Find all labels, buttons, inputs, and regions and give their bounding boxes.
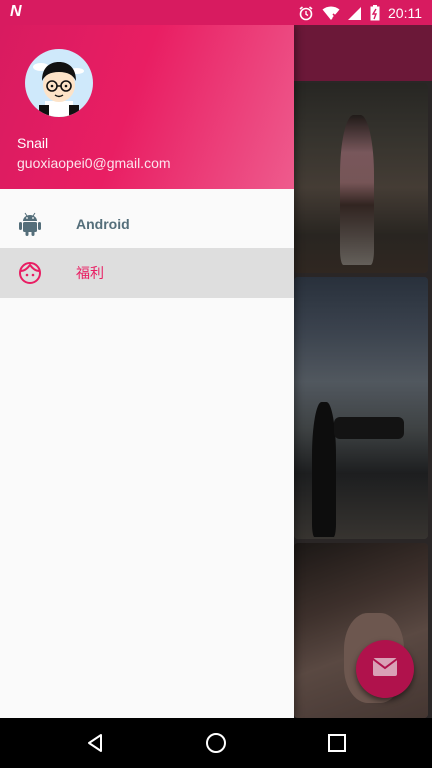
- drawer-item-android[interactable]: Android: [0, 199, 294, 249]
- user-email: guoxiaopei0@gmail.com: [17, 155, 171, 171]
- photo-card[interactable]: [294, 83, 428, 273]
- notification-logo: N: [10, 3, 22, 20]
- background-app: [294, 25, 432, 718]
- background-toolbar: [294, 25, 432, 81]
- face-icon: [18, 261, 42, 285]
- system-navigation-bar: [0, 718, 432, 768]
- home-button[interactable]: [204, 731, 228, 755]
- status-time: 20:11: [388, 4, 422, 21]
- navigation-drawer: Snail guoxiaopei0@gmail.com Android 福利: [0, 25, 294, 718]
- drawer-item-welfare[interactable]: 福利: [0, 248, 294, 298]
- photo-card[interactable]: [294, 543, 428, 718]
- alarm-icon: [298, 5, 314, 21]
- user-name: Snail: [17, 135, 49, 151]
- status-icons: 20:11: [298, 0, 422, 25]
- avatar[interactable]: [25, 49, 93, 117]
- battery-icon: [370, 4, 380, 21]
- drawer-header: Snail guoxiaopei0@gmail.com: [0, 25, 294, 189]
- drawer-item-label: 福利: [76, 266, 104, 282]
- mail-fab-button[interactable]: [356, 640, 414, 698]
- status-bar: N 20:11: [0, 0, 432, 25]
- photo-card[interactable]: [294, 277, 428, 539]
- signal-icon: [348, 5, 362, 21]
- mail-icon: [372, 657, 398, 682]
- wifi-icon: [322, 5, 340, 21]
- back-button[interactable]: [83, 731, 107, 755]
- android-icon: [18, 212, 42, 236]
- recents-button[interactable]: [325, 731, 349, 755]
- drawer-item-label: Android: [76, 216, 130, 232]
